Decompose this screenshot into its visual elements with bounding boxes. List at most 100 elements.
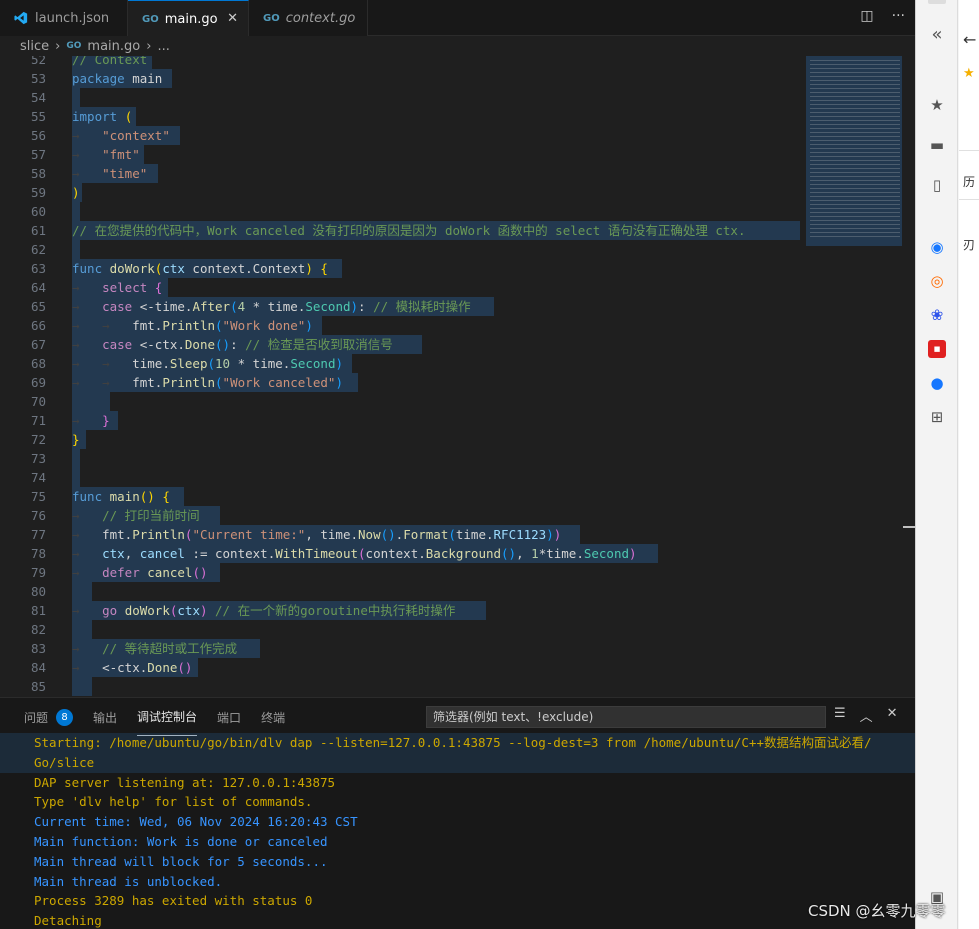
browser-sidebar: « ★ ▬ ▯ ◉ ◎ ❀ ■ ● ⊞ ▣ ← ★ 历 刃 xyxy=(915,0,979,929)
more-actions-icon[interactable]: ··· xyxy=(892,8,905,24)
console-line: Go/slice xyxy=(0,752,915,773)
code-line: 59) xyxy=(0,183,805,202)
minimap[interactable] xyxy=(810,60,900,240)
close-icon[interactable]: ✕ xyxy=(227,11,238,26)
console-line: Main thread will block for 5 seconds... xyxy=(34,853,328,869)
code-line: 82 xyxy=(0,620,805,639)
code-line: 53 package main xyxy=(0,69,805,88)
tab-main-go[interactable]: GO main.go ✕ xyxy=(128,0,249,37)
code-line: 68 → → time.Sleep(10 * time.Second) xyxy=(0,354,805,373)
folder-icon[interactable]: ▬ xyxy=(928,136,946,154)
tab-terminal[interactable]: 终端 xyxy=(261,698,285,736)
code-line: 77 → fmt.Println("Current time:", time.No… xyxy=(0,525,805,544)
code-line: 71 → } xyxy=(0,411,805,430)
tab-problems[interactable]: 问题 8 xyxy=(24,698,74,736)
maximize-panel-icon[interactable]: ︿ xyxy=(860,706,873,725)
back-arrow-icon[interactable]: ← xyxy=(963,30,976,49)
code-line: 84 → <-ctx.Done() xyxy=(0,658,805,677)
console-line: Process 3289 has exited with status 0 xyxy=(34,893,313,909)
console-line: DAP server listening at: 127.0.0.1:43875 xyxy=(34,774,336,790)
collapse-double-left-icon[interactable]: « xyxy=(928,26,946,44)
editor-actions: ◫ ··· xyxy=(860,8,905,24)
add-app-icon[interactable]: ⊞ xyxy=(928,408,946,426)
code-line: 75 func main() { xyxy=(0,487,805,506)
code-editor[interactable]: 52// Context 53 package main 54 55 import … xyxy=(0,56,915,697)
code-line: 85 xyxy=(0,677,805,696)
tab-output[interactable]: 输出 xyxy=(93,698,117,736)
code-line: 56 → "context" xyxy=(0,126,805,145)
code-line: 73 xyxy=(0,449,805,468)
panel-tabs: 问题 8 输出 调试控制台 端口 终端 xyxy=(24,698,305,736)
scrollbar-marker xyxy=(903,526,915,528)
browser-content-edge: ← ★ 历 刃 xyxy=(959,0,979,929)
tab-label: launch.json xyxy=(35,10,110,26)
close-panel-icon[interactable]: ✕ xyxy=(887,706,898,725)
breadcrumb-file[interactable]: main.go xyxy=(87,39,140,54)
tab-debug-console[interactable]: 调试控制台 xyxy=(137,698,198,736)
chevron-right-icon: › xyxy=(146,38,152,54)
code-line: 80 xyxy=(0,582,805,601)
console-line: Starting: /home/ubuntu/go/bin/dlv dap --… xyxy=(0,733,915,753)
code-line: 54 xyxy=(0,88,805,107)
tab-label: main.go xyxy=(164,11,218,27)
tab-label: 调试控制台 xyxy=(137,710,198,724)
console-line: Current time: Wed, 06 Nov 2024 16:20:43 … xyxy=(34,814,358,830)
code-line: 83 → // 等待超时或工作完成 xyxy=(0,639,805,658)
code-line: 70 xyxy=(0,392,805,411)
code-line: 81 → go doWork(ctx) // 在一个新的goroutine中执行耗… xyxy=(0,601,805,620)
clear-console-icon[interactable]: ☰ xyxy=(834,706,846,725)
panel-actions: ☰ ︿ ✕ xyxy=(834,706,898,725)
code-line: 60 xyxy=(0,202,805,221)
go-icon: GO xyxy=(142,13,159,25)
code-line: 76 → // 打印当前时间 xyxy=(0,506,805,525)
code-line: 55 import ( xyxy=(0,107,805,126)
red-app-icon[interactable]: ■ xyxy=(928,340,946,358)
editor-tab-bar: launch.json GO main.go ✕ GO context.go ◫… xyxy=(0,0,915,37)
chevron-right-icon: › xyxy=(55,38,61,54)
colorful-app-icon[interactable]: ◎ xyxy=(928,272,946,290)
tab-label: 输出 xyxy=(93,710,118,725)
tab-label: context.go xyxy=(285,10,356,26)
bottom-panel: 问题 8 输出 调试控制台 端口 终端 筛选器(例如 text、!exclude… xyxy=(0,697,915,929)
console-line: Main function: Work is done or canceled xyxy=(34,833,328,849)
tab-label: 问题 xyxy=(24,710,49,725)
editor-scrollbar[interactable] xyxy=(902,56,915,697)
tab-launch-json[interactable]: launch.json xyxy=(0,0,128,36)
tab-ports[interactable]: 端口 xyxy=(217,698,241,736)
code-line: 61// 在您提供的代码中，Work canceled 没有打印的原因是因为 d… xyxy=(0,221,805,240)
code-line: 78 → ctx, cancel := context.WithTimeout(c… xyxy=(0,544,805,563)
code-line: 52// Context xyxy=(0,56,805,69)
vscode-icon xyxy=(14,11,28,25)
side-label: 刃 xyxy=(963,238,976,252)
history-section: 历 xyxy=(959,150,979,200)
code-line: 74 xyxy=(0,468,805,487)
console-line: Type 'dlv help' for list of commands. xyxy=(34,794,313,810)
search-app-icon[interactable]: ◉ xyxy=(928,238,946,256)
star-icon[interactable]: ★ xyxy=(928,96,946,114)
code-line: 58 → "time" xyxy=(0,164,805,183)
debug-console-output[interactable]: Starting: /home/ubuntu/go/bin/dlv dap --… xyxy=(0,733,915,929)
split-editor-icon[interactable]: ◫ xyxy=(860,8,873,24)
code-line: 79 → defer cancel() xyxy=(0,563,805,582)
go-icon: GO xyxy=(66,41,82,51)
code-line: 65 → case <-time.After(4 * time.Second): … xyxy=(0,297,805,316)
star-icon[interactable]: ★ xyxy=(963,66,975,81)
phone-icon[interactable]: ▯ xyxy=(928,176,946,194)
code-line: 63 func doWork(ctx context.Context) { xyxy=(0,259,805,278)
paw-icon[interactable]: ❀ xyxy=(928,306,946,324)
csdn-watermark: CSDN @幺零九零零 xyxy=(808,902,946,920)
code-line: 66 → → fmt.Println("Work done") xyxy=(0,316,805,335)
code-lines: 52// Context 53 package main 54 55 import … xyxy=(0,56,805,696)
breadcrumb-folder[interactable]: slice xyxy=(20,39,49,54)
breadcrumb-symbols[interactable]: ... xyxy=(157,39,169,54)
browser-icon-column: « ★ ▬ ▯ ◉ ◎ ❀ ■ ● ⊞ ▣ xyxy=(916,0,958,929)
tab-context-go[interactable]: GO context.go xyxy=(249,0,368,36)
clock-icon[interactable]: ● xyxy=(928,374,946,392)
console-filter-input[interactable]: 筛选器(例如 text、!exclude) xyxy=(426,706,826,728)
window-control-icon[interactable] xyxy=(928,0,946,4)
history-label: 历 xyxy=(963,175,976,189)
code-line: 64 → select { xyxy=(0,278,805,297)
code-line: 57 → "fmt" xyxy=(0,145,805,164)
go-icon: GO xyxy=(263,12,280,24)
code-line: 67 → case <-ctx.Done(): // 检查是否收到取消信号 xyxy=(0,335,805,354)
